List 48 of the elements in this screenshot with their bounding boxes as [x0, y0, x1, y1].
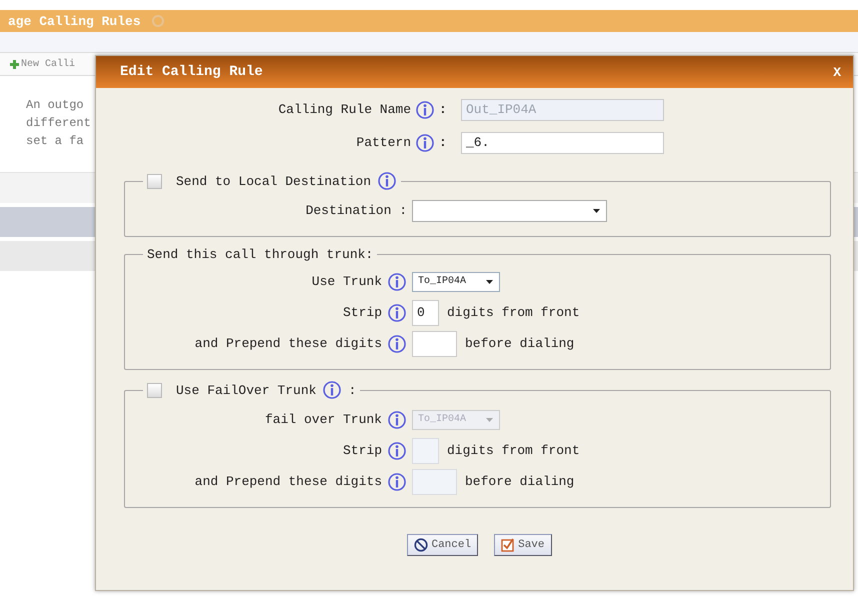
field-label: Calling Rule Name: [277, 102, 411, 117]
dropdown[interactable]: [412, 200, 607, 222]
field-suffix: digits from front: [447, 443, 580, 458]
page-title: age Calling Rules: [8, 14, 141, 28]
text-field[interactable]: 0: [412, 300, 439, 326]
info-icon[interactable]: [415, 132, 435, 152]
description-text: different: [26, 116, 91, 130]
field-label: Strip: [342, 305, 382, 320]
info-icon[interactable]: [322, 380, 342, 400]
field-label: and Prepend these digits: [194, 474, 382, 489]
field-label: fail over Trunk: [264, 412, 382, 427]
checkbox[interactable]: [147, 174, 162, 188]
caret-icon: [592, 208, 601, 214]
field-label: Use Trunk: [310, 274, 382, 289]
separator-text: :: [439, 102, 448, 117]
info-icon[interactable]: [387, 334, 407, 354]
description-text: set a fa: [26, 134, 84, 148]
plus-icon: [10, 60, 19, 68]
field-label: Destination :: [304, 203, 408, 218]
cancel-button[interactable]: Cancel: [407, 534, 478, 556]
field-label: and Prepend these digits: [194, 336, 382, 351]
info-icon[interactable]: [387, 272, 407, 292]
field-label: Pattern: [355, 135, 411, 150]
field-label: Strip: [342, 443, 382, 458]
checkbox-icon: [501, 538, 516, 552]
info-icon[interactable]: [377, 171, 398, 191]
save-button[interactable]: Save: [494, 534, 552, 556]
close-button[interactable]: X: [833, 64, 841, 80]
section-title: Send to Local Destination: [176, 174, 372, 188]
text-field[interactable]: [412, 330, 457, 356]
dialog-title: Edit Calling Rule: [120, 64, 263, 80]
field-suffix: before dialing: [465, 474, 574, 489]
description-text: An outgo: [26, 98, 84, 112]
text-field[interactable]: _6.: [461, 132, 664, 154]
field-suffix: digits from front: [447, 305, 580, 320]
caret-icon: [485, 416, 494, 422]
section-title: Use FailOver Trunk: [176, 382, 316, 398]
separator-text: :: [439, 135, 448, 150]
info-icon[interactable]: [415, 100, 435, 120]
field-suffix: before dialing: [465, 336, 574, 351]
new-button[interactable]: New Calli: [10, 58, 76, 70]
dropdown[interactable]: To_IP04A: [412, 272, 500, 292]
section-title: Send this call through trunk:: [147, 247, 374, 262]
caret-icon: [485, 278, 494, 284]
checkbox[interactable]: [147, 382, 162, 398]
separator-text: :: [348, 382, 356, 398]
info-icon[interactable]: [387, 302, 407, 322]
cancel-icon: [414, 538, 428, 552]
